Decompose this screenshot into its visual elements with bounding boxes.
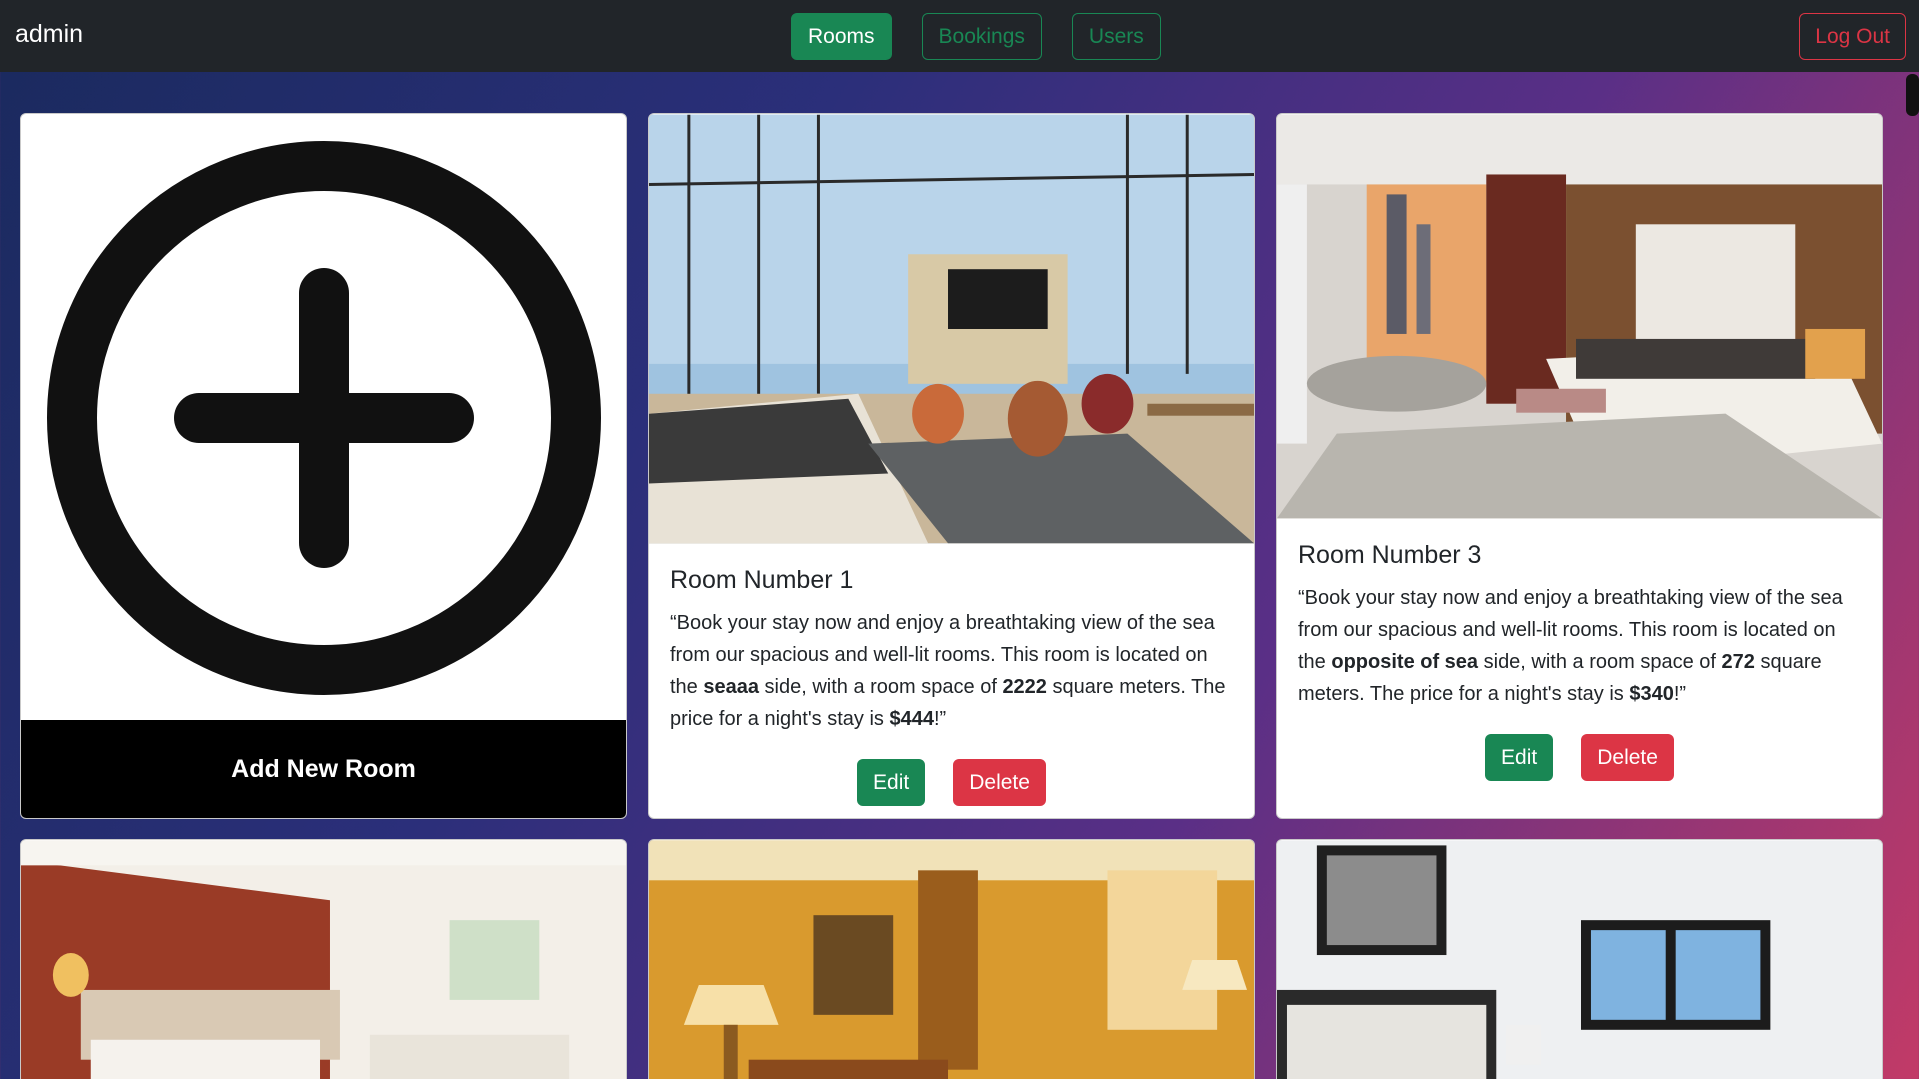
room-side: seaaa: [703, 676, 759, 698]
delete-button[interactable]: Delete: [953, 759, 1046, 806]
tab-bookings[interactable]: Bookings: [921, 13, 1042, 60]
room-card: Room Number 1 “Book your stay now and en…: [648, 113, 1255, 819]
room-side: opposite of sea: [1331, 651, 1479, 673]
room-photo: [649, 114, 1254, 544]
add-new-room-card[interactable]: Add New Room: [20, 113, 627, 819]
room-space: 2222: [1002, 676, 1047, 698]
top-navbar: admin Rooms Bookings Users Log Out: [0, 0, 1919, 72]
room-price: $444: [889, 708, 934, 730]
room-title: Room Number 1: [670, 566, 854, 594]
room-photo: [1277, 840, 1882, 1079]
add-room-icon-wrap: [21, 114, 626, 721]
logout-button[interactable]: Log Out: [1799, 13, 1906, 60]
edit-button[interactable]: Edit: [1485, 734, 1554, 781]
tab-users[interactable]: Users: [1071, 13, 1161, 60]
add-new-room-label: Add New Room: [21, 720, 626, 818]
nav-tabs: Rooms Bookings Users: [791, 13, 1161, 60]
tab-rooms[interactable]: Rooms: [791, 13, 892, 60]
room-card: Room Number 3 “Book your stay now and en…: [1276, 113, 1883, 819]
room-photo: [649, 840, 1254, 1079]
room-space: 272: [1721, 651, 1755, 673]
room-photo: [1277, 114, 1882, 519]
delete-button[interactable]: Delete: [1581, 734, 1674, 781]
plus-circle-icon: [46, 140, 601, 695]
room-card: [20, 839, 627, 1079]
room-description: “Book your stay now and enjoy a breathta…: [1298, 587, 1843, 705]
room-card: [648, 839, 1255, 1079]
room-description: “Book your stay now and enjoy a breathta…: [670, 612, 1226, 730]
room-card: [1276, 839, 1883, 1079]
scrollbar-thumb[interactable]: [1906, 74, 1919, 116]
brand-username: admin: [15, 20, 84, 48]
room-price: $340: [1629, 683, 1674, 705]
edit-button[interactable]: Edit: [857, 759, 926, 806]
room-title: Room Number 3: [1298, 541, 1482, 569]
room-photo: [21, 840, 626, 1079]
